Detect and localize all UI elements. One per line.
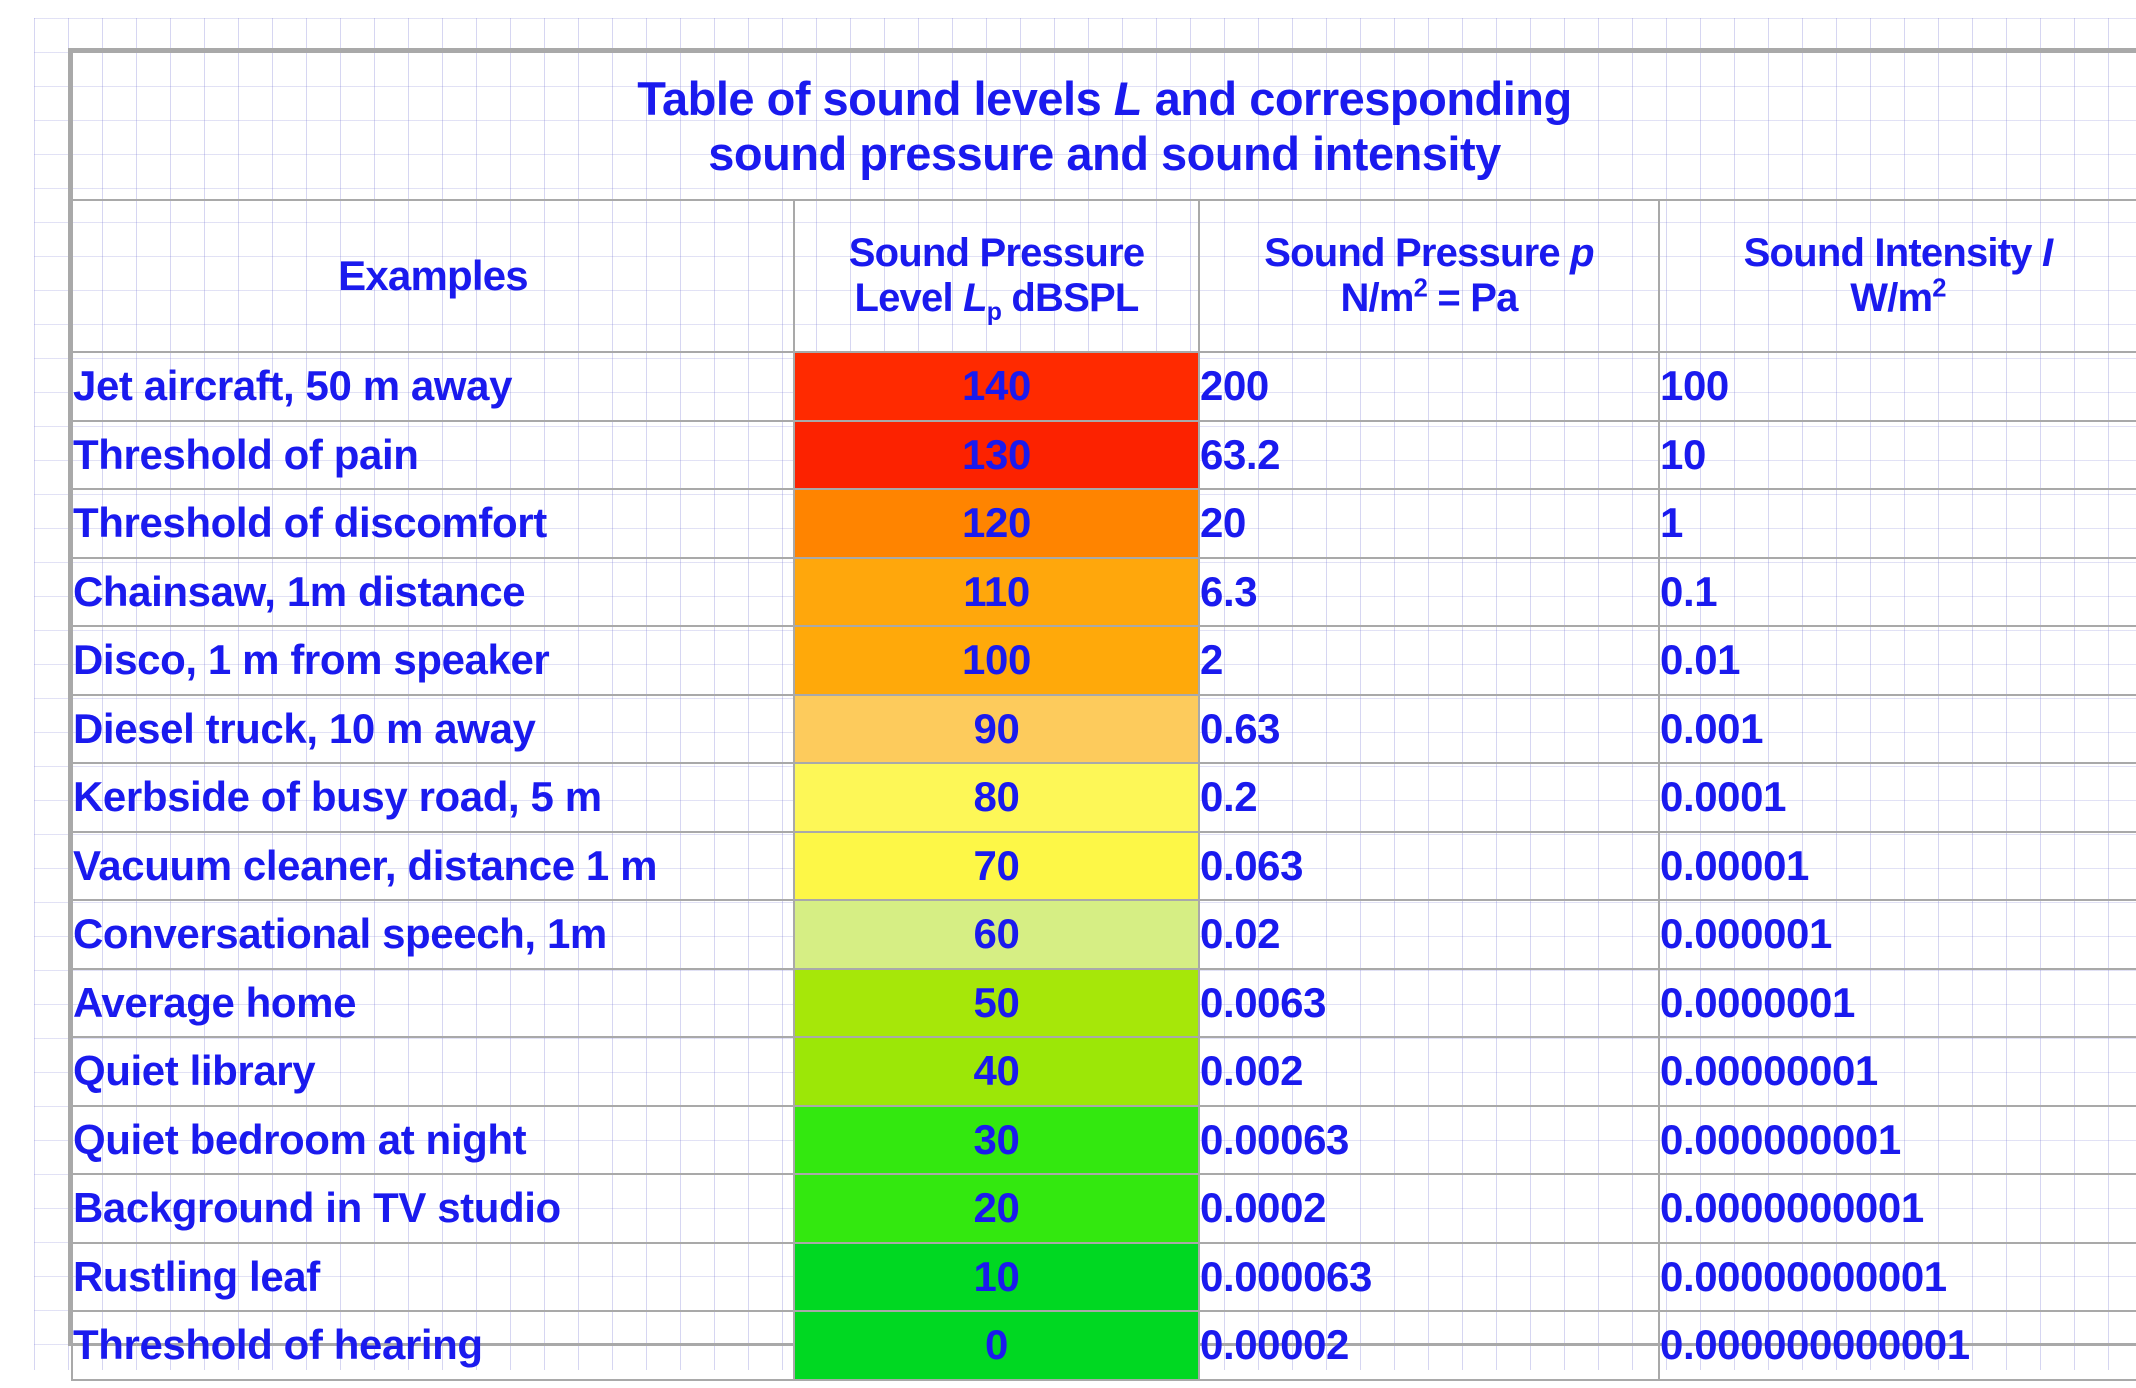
table-row: Chainsaw, 1m distance 110 6.3 0.1 — [71, 556, 2136, 627]
table-row: Quiet bedroom at night 30 0.00063 0.0000000… — [71, 1104, 2136, 1175]
cell-example: Quiet bedroom at night — [71, 1104, 795, 1175]
cell-example: Background in TV studio — [71, 1173, 795, 1244]
cell-sound-pressure: 0.00063 — [1198, 1104, 1660, 1175]
cell-sound-pressure: 0.063 — [1198, 830, 1660, 901]
table-row: Diesel truck, 10 m away 90 0.63 0.001 — [71, 693, 2136, 764]
table-title-line-2: sound pressure and sound intensity — [708, 127, 1501, 180]
cell-sound-pressure-level: 10 — [793, 1241, 1200, 1312]
cell-sound-pressure: 0.2 — [1198, 762, 1660, 833]
table-row: Threshold of hearing 0 0.00002 0.0000000000… — [71, 1310, 2136, 1381]
cell-sound-pressure-level: 130 — [793, 419, 1200, 490]
column-header-examples: Examples — [71, 199, 795, 353]
cell-sound-intensity: 0.000000000001 — [1658, 1310, 2136, 1381]
table-row: Vacuum cleaner, distance 1 m 70 0.063 0.000… — [71, 830, 2136, 901]
cell-sound-pressure-level: 100 — [793, 625, 1200, 696]
cell-example: Conversational speech, 1m — [71, 899, 795, 970]
column-header-sound-intensity: Sound Intensity I W/m2 — [1658, 199, 2136, 353]
cell-sound-pressure-level: 0 — [793, 1310, 1200, 1381]
cell-sound-intensity: 0.000000001 — [1658, 1104, 2136, 1175]
cell-sound-intensity: 0.1 — [1658, 556, 2136, 627]
cell-sound-pressure: 0.0063 — [1198, 967, 1660, 1038]
table-row: Disco, 1 m from speaker 100 2 0.01 — [71, 625, 2136, 696]
cell-sound-pressure: 0.00002 — [1198, 1310, 1660, 1381]
cell-example: Diesel truck, 10 m away — [71, 693, 795, 764]
table-header-row: Examples Sound Pressure Level Lp dBSPL S… — [71, 199, 2136, 353]
column-header-sound-pressure: Sound Pressure p N/m2 = Pa — [1198, 199, 1660, 353]
cell-sound-pressure: 200 — [1198, 351, 1660, 422]
cell-sound-intensity: 0.00001 — [1658, 830, 2136, 901]
table-row: Background in TV studio 20 0.0002 0.0000000… — [71, 1173, 2136, 1244]
cell-example: Threshold of discomfort — [71, 488, 795, 559]
cell-sound-pressure-level: 30 — [793, 1104, 1200, 1175]
cell-sound-intensity: 0.0001 — [1658, 762, 2136, 833]
cell-sound-intensity: 0.0000000001 — [1658, 1173, 2136, 1244]
cell-sound-intensity: 0.00000000001 — [1658, 1241, 2136, 1312]
table-row: Jet aircraft, 50 m away 140 200 100 — [71, 351, 2136, 422]
cell-sound-pressure: 2 — [1198, 625, 1660, 696]
cell-sound-intensity: 1 — [1658, 488, 2136, 559]
cell-sound-intensity: 100 — [1658, 351, 2136, 422]
table-row: Quiet library 40 0.002 0.00000001 — [71, 1036, 2136, 1107]
cell-sound-pressure-level: 80 — [793, 762, 1200, 833]
cell-sound-intensity: 0.01 — [1658, 625, 2136, 696]
table-row: Kerbside of busy road, 5 m 80 0.2 0.0001 — [71, 762, 2136, 833]
table-row: Conversational speech, 1m 60 0.02 0.000001 — [71, 899, 2136, 970]
cell-sound-pressure-level: 110 — [793, 556, 1200, 627]
cell-sound-pressure: 0.002 — [1198, 1036, 1660, 1107]
cell-sound-pressure-level: 120 — [793, 488, 1200, 559]
cell-sound-pressure: 0.02 — [1198, 899, 1660, 970]
cell-example: Threshold of hearing — [71, 1310, 795, 1381]
sound-level-table-page: Table of sound levels L and correspondin… — [0, 0, 2136, 1388]
cell-sound-pressure-level: 40 — [793, 1036, 1200, 1107]
cell-sound-pressure: 0.0002 — [1198, 1173, 1660, 1244]
cell-sound-pressure-level: 70 — [793, 830, 1200, 901]
cell-sound-intensity: 10 — [1658, 419, 2136, 490]
cell-sound-pressure: 0.63 — [1198, 693, 1660, 764]
table-row: Average home 50 0.0063 0.0000001 — [71, 967, 2136, 1038]
cell-sound-pressure-level: 60 — [793, 899, 1200, 970]
cell-sound-pressure-level: 140 — [793, 351, 1200, 422]
cell-sound-pressure: 0.000063 — [1198, 1241, 1660, 1312]
cell-sound-intensity: 0.0000001 — [1658, 967, 2136, 1038]
table-title-line-1: Table of sound levels L and correspondin… — [637, 71, 1572, 125]
table-title-row: Table of sound levels L and correspondin… — [71, 51, 2136, 201]
cell-example: Rustling leaf — [71, 1241, 795, 1312]
column-header-sound-pressure-level: Sound Pressure Level Lp dBSPL — [793, 199, 1200, 353]
cell-example: Kerbside of busy road, 5 m — [71, 762, 795, 833]
cell-sound-pressure-level: 20 — [793, 1173, 1200, 1244]
cell-sound-intensity: 0.000001 — [1658, 899, 2136, 970]
cell-sound-intensity: 0.00000001 — [1658, 1036, 2136, 1107]
cell-example: Average home — [71, 967, 795, 1038]
cell-sound-pressure: 6.3 — [1198, 556, 1660, 627]
cell-example: Quiet library — [71, 1036, 795, 1107]
table-title: Table of sound levels L and correspondin… — [71, 51, 2136, 201]
cell-sound-intensity: 0.001 — [1658, 693, 2136, 764]
cell-sound-pressure-level: 90 — [793, 693, 1200, 764]
cell-sound-pressure-level: 50 — [793, 967, 1200, 1038]
sound-level-table-container: Table of sound levels L and correspondin… — [68, 48, 2136, 1381]
cell-example: Disco, 1 m from speaker — [71, 625, 795, 696]
table-row: Rustling leaf 10 0.000063 0.00000000001 — [71, 1241, 2136, 1312]
cell-example: Jet aircraft, 50 m away — [71, 351, 795, 422]
table-row: Threshold of discomfort 120 20 1 — [71, 488, 2136, 559]
cell-example: Threshold of pain — [71, 419, 795, 490]
cell-example: Chainsaw, 1m distance — [71, 556, 795, 627]
cell-sound-pressure: 63.2 — [1198, 419, 1660, 490]
sound-level-table: Table of sound levels L and correspondin… — [71, 51, 2136, 1381]
cell-example: Vacuum cleaner, distance 1 m — [71, 830, 795, 901]
cell-sound-pressure: 20 — [1198, 488, 1660, 559]
table-row: Threshold of pain 130 63.2 10 — [71, 419, 2136, 490]
